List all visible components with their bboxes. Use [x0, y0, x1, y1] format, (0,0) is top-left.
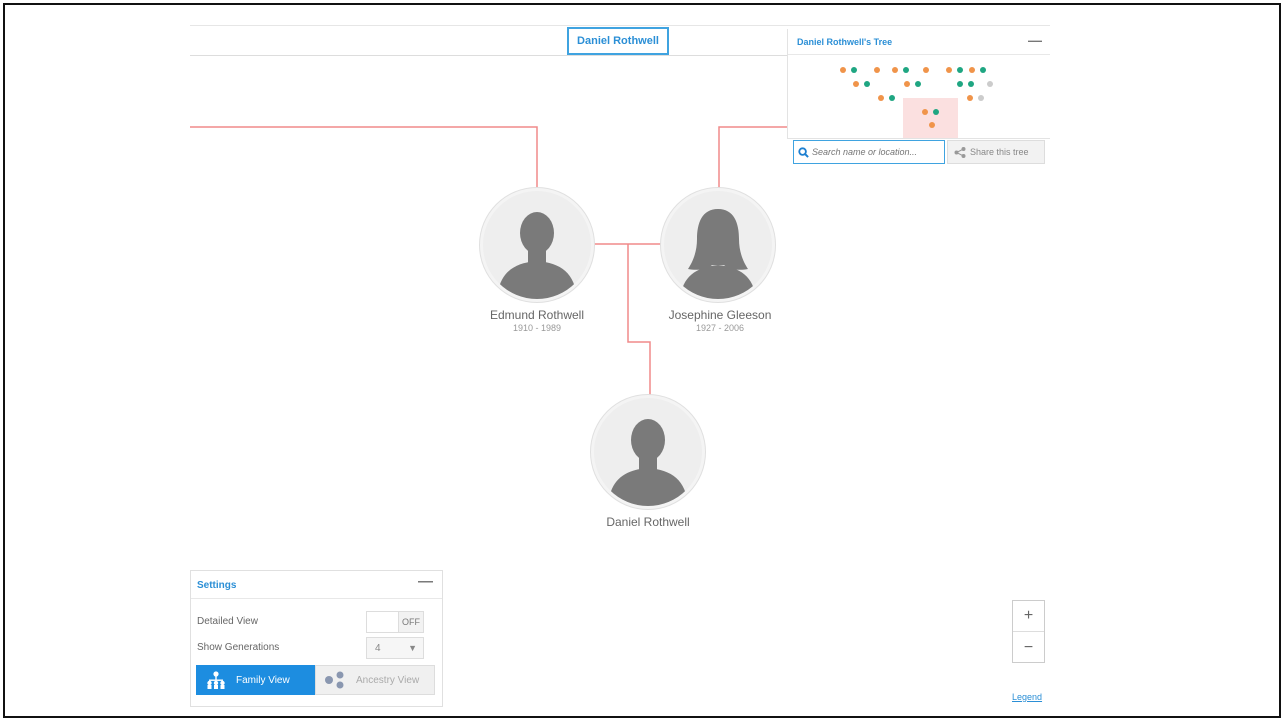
person-dates: 1910 - 1989 [512, 323, 562, 333]
generations-select[interactable]: 4 ▼ [366, 637, 424, 659]
settings-panel: Settings — Detailed View OFF Show Genera… [190, 570, 443, 707]
ancestry-view-icon [325, 671, 344, 689]
mini-tree-node [864, 81, 870, 87]
mini-tree-node [968, 81, 974, 87]
person-name: Daniel Rothwell [606, 515, 690, 529]
mini-tree-node [933, 109, 939, 115]
mini-tree-node [967, 95, 973, 101]
detailed-view-label: Detailed View [197, 616, 258, 627]
minimize-icon[interactable]: — [1028, 32, 1042, 48]
settings-title: Settings [197, 580, 237, 591]
male-silhouette-icon [497, 212, 577, 299]
mini-tree-node [969, 67, 975, 73]
avatar [661, 188, 775, 302]
female-silhouette-icon [680, 209, 756, 299]
mini-tree-node [922, 109, 928, 115]
tree-overview-panel: Daniel Rothwell's Tree — [787, 29, 1050, 139]
settings-header: Settings — [191, 571, 442, 599]
share-label: Share this tree [970, 147, 1029, 157]
person-card-mother[interactable]: Josephine Gleeson 1927 - 2006 [658, 188, 782, 333]
minimize-icon[interactable]: — [418, 573, 433, 590]
mini-tree-node [957, 81, 963, 87]
search-box[interactable] [793, 140, 945, 164]
share-icon [954, 146, 966, 158]
mini-tree-node [840, 67, 846, 73]
mini-tree-node [915, 81, 921, 87]
mini-tree-node [957, 67, 963, 73]
person-card-child[interactable]: Daniel Rothwell [588, 395, 708, 529]
male-silhouette-icon [608, 419, 688, 506]
mini-tree-node [889, 95, 895, 101]
tree-panel-title: Daniel Rothwell's Tree [797, 37, 893, 47]
mini-tree-focus-highlight [903, 98, 958, 138]
mini-tree-node [903, 67, 909, 73]
family-view-icon [207, 671, 225, 689]
mini-tree-node [980, 67, 986, 73]
mini-tree-node [904, 81, 910, 87]
ancestry-view-label: Ancestry View [356, 674, 420, 686]
family-view-button[interactable]: Family View [196, 665, 315, 695]
mini-tree-node [878, 95, 884, 101]
mini-tree-node [892, 67, 898, 73]
ancestry-view-button[interactable]: Ancestry View [315, 665, 435, 695]
mini-tree-node [923, 67, 929, 73]
family-view-label: Family View [236, 674, 290, 686]
zoom-controls: + − [1012, 600, 1045, 663]
mini-tree-node [851, 67, 857, 73]
share-tree-button[interactable]: Share this tree [947, 140, 1045, 164]
mini-tree-node [874, 67, 880, 73]
dropdown-arrow-icon: ▼ [408, 643, 417, 653]
legend-link[interactable]: Legend [1012, 692, 1042, 702]
mother-parents-line [718, 126, 787, 188]
tree-panel-header: Daniel Rothwell's Tree — [788, 29, 1050, 55]
search-icon [798, 146, 809, 158]
toggle-knob [367, 612, 399, 632]
person-card-father[interactable]: Edmund Rothwell 1910 - 1989 [477, 188, 597, 333]
avatar [480, 188, 594, 302]
child-line [627, 244, 651, 395]
zoom-out-button[interactable]: − [1013, 632, 1044, 663]
mini-tree-node [929, 122, 935, 128]
mini-tree-node [978, 95, 984, 101]
mini-tree-node [987, 81, 993, 87]
zoom-in-button[interactable]: + [1013, 601, 1044, 632]
person-name: Josephine Gleeson [668, 308, 772, 322]
avatar [591, 395, 705, 509]
father-parents-line [190, 126, 538, 190]
search-input[interactable] [812, 147, 940, 157]
toggle-state: OFF [399, 612, 423, 632]
person-dates: 1927 - 2006 [695, 323, 745, 333]
mini-tree-node [853, 81, 859, 87]
mini-tree-node [946, 67, 952, 73]
generations-value: 4 [375, 642, 381, 654]
show-generations-label: Show Generations [197, 642, 280, 653]
detailed-view-toggle[interactable]: OFF [366, 611, 424, 633]
person-name: Edmund Rothwell [489, 308, 585, 322]
